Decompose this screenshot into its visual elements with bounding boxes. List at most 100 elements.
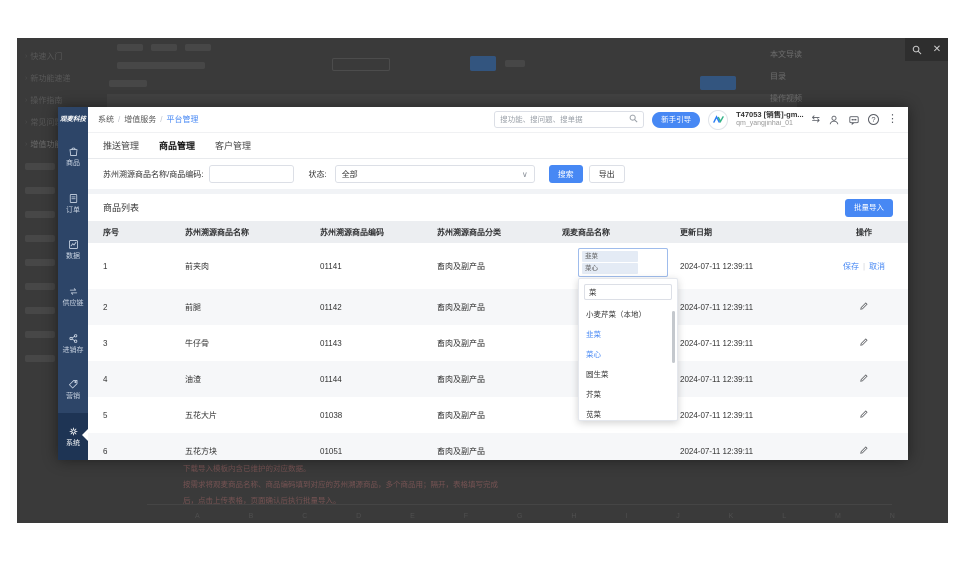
background-nav-subitem-bar: [25, 259, 55, 266]
sidebar-item-供应链[interactable]: 供应链: [58, 273, 88, 320]
table-header-row: 序号苏州溯源商品名称苏州溯源商品编码苏州溯源商品分类观麦商品名称更新日期操作: [88, 221, 908, 243]
table-cell-code: 01142: [320, 303, 437, 312]
keyword-input[interactable]: [209, 165, 294, 183]
dropdown-scrollbar[interactable]: [672, 311, 675, 363]
background-toc-item: 目录: [770, 66, 840, 88]
background-sheet-letters: ABCDEFGHIJKLMN: [195, 513, 895, 520]
search-icon: [629, 114, 638, 125]
table-cell-category: 畜肉及副产品: [437, 446, 562, 457]
background-input-box: [332, 58, 390, 71]
status-select[interactable]: 全部 ∨: [335, 165, 535, 183]
table-cell-ops: [820, 337, 908, 349]
search-button[interactable]: 搜索: [549, 165, 583, 183]
dropdown-option[interactable]: 苋菜: [579, 405, 677, 421]
dropdown-option[interactable]: 圆生菜: [579, 365, 677, 385]
background-sheet-letter: K: [729, 513, 734, 520]
dropdown-option[interactable]: 菜心: [579, 345, 677, 365]
table-header-cell: 更新日期: [680, 227, 820, 238]
background-nav-subitem-bar: [25, 283, 55, 290]
background-tab-bar: [185, 44, 211, 51]
cancel-link[interactable]: 取消: [869, 262, 885, 271]
op-separator: |: [863, 262, 865, 271]
filter-bar: 苏州溯源商品名称/商品编码: 状态: 全部 ∨ 搜索 导出: [88, 159, 908, 189]
topbar: 系统/增值服务/平台管理 搜功能、搜问题、搜单据 新手引导: [88, 107, 908, 133]
sidebar-item-数据[interactable]: 数据: [58, 226, 88, 273]
table-cell-code: 01051: [320, 447, 437, 456]
marketing-icon: [67, 378, 80, 391]
table-cell-code: 01038: [320, 411, 437, 420]
sidebar-item-营销[interactable]: 营销: [58, 367, 88, 414]
table-cell-ops: 保存 | 取消: [820, 261, 908, 272]
table-row: 4油渣01144畜肉及副产品2024-07-11 12:39:11: [88, 361, 908, 397]
table-cell-ops: [820, 409, 908, 421]
background-doc-toc: 本文导读目录操作视频: [770, 44, 840, 110]
background-divider: [147, 504, 892, 505]
tab-商品管理[interactable]: 商品管理: [159, 139, 195, 152]
global-search-placeholder: 搜功能、搜问题、搜单据: [500, 114, 625, 125]
dropdown-option[interactable]: 小麦芹菜（本地）: [579, 305, 677, 325]
sidebar-item-订单[interactable]: 订单: [58, 180, 88, 227]
sidebar-item-进销存[interactable]: 进销存: [58, 320, 88, 367]
message-icon[interactable]: [848, 114, 860, 126]
background-import-button: [700, 76, 736, 90]
selected-tag[interactable]: 韭菜: [582, 251, 638, 262]
status-label: 状态:: [308, 169, 326, 180]
export-button[interactable]: 导出: [589, 165, 625, 183]
background-table-header-strip: [107, 94, 797, 107]
table-cell-ops: [820, 301, 908, 313]
table-cell-no: 2: [103, 303, 185, 312]
guide-button[interactable]: 新手引导: [652, 112, 700, 128]
bag-icon: [67, 145, 80, 158]
avatar[interactable]: [708, 110, 728, 130]
table-cell-category: 畜肉及副产品: [437, 302, 562, 313]
sidebar-item-商品[interactable]: 商品: [58, 133, 88, 180]
background-sheet-letter: B: [249, 513, 254, 520]
breadcrumb-separator: /: [160, 115, 162, 124]
table-row: 5五花大片01038畜肉及副产品2024-07-11 12:39:11: [88, 397, 908, 433]
dropdown-option[interactable]: 韭菜: [579, 325, 677, 345]
edit-icon[interactable]: [859, 445, 869, 455]
table-cell-category: 畜肉及副产品: [437, 410, 562, 421]
data-icon: [67, 238, 80, 251]
edit-icon[interactable]: [859, 409, 869, 419]
breadcrumb-item[interactable]: 平台管理: [166, 114, 198, 125]
status-select-value: 全部: [342, 169, 522, 180]
edit-icon[interactable]: [859, 337, 869, 347]
more-icon[interactable]: ⋮: [887, 114, 898, 125]
close-icon[interactable]: ✕: [933, 45, 941, 55]
table-cell-name: 五花大片: [185, 410, 320, 421]
app-logo: 观麦科技: [58, 107, 88, 133]
zoom-icon[interactable]: [912, 45, 922, 55]
support-icon[interactable]: [828, 114, 840, 126]
account-id: qm_yangjinhai_01: [736, 120, 804, 128]
switch-account-icon[interactable]: ⇆: [812, 114, 820, 125]
background-nav-subitem-bar: [25, 235, 55, 242]
table-cell-updated: 2024-07-11 12:39:11: [680, 447, 820, 456]
help-icon[interactable]: ?: [868, 114, 879, 125]
background-doc-subnav: [19, 146, 55, 362]
tab-推送管理[interactable]: 推送管理: [103, 139, 139, 152]
table-row: 1前夹肉01141畜肉及副产品2024-07-11 12:39:11保存|取消: [88, 243, 908, 289]
guanmai-dropdown: 小麦芹菜（本地）韭菜菜心圆生菜芥菜苋菜: [578, 278, 678, 421]
account-name: T47053 [销售]-gm...: [736, 111, 804, 120]
global-search-input[interactable]: 搜功能、搜问题、搜单据: [494, 111, 644, 128]
edit-icon[interactable]: [859, 373, 869, 383]
table-cell-name: 五花方块: [185, 446, 320, 457]
account-info[interactable]: T47053 [销售]-gm... qm_yangjinhai_01: [736, 111, 804, 128]
batch-import-button[interactable]: 批量导入: [845, 199, 893, 217]
breadcrumb-item: 增值服务: [124, 114, 156, 125]
table-cell-updated: 2024-07-11 12:39:11: [680, 262, 820, 271]
guanmai-multiselect[interactable]: 韭菜菜心: [578, 248, 668, 277]
selected-tag[interactable]: 菜心: [582, 263, 638, 274]
dropdown-search-input[interactable]: [584, 284, 672, 300]
save-link[interactable]: 保存: [843, 262, 859, 271]
background-sheet-letter: M: [835, 513, 841, 520]
sidebar-item-label: 进销存: [63, 347, 84, 355]
tab-客户管理[interactable]: 客户管理: [215, 139, 251, 152]
order-icon: [67, 192, 80, 205]
table-cell-name: 前腿: [185, 302, 320, 313]
table-cell-category: 畜肉及副产品: [437, 261, 562, 272]
edit-icon[interactable]: [859, 301, 869, 311]
dropdown-option[interactable]: 芥菜: [579, 385, 677, 405]
supply-icon: [67, 285, 80, 298]
